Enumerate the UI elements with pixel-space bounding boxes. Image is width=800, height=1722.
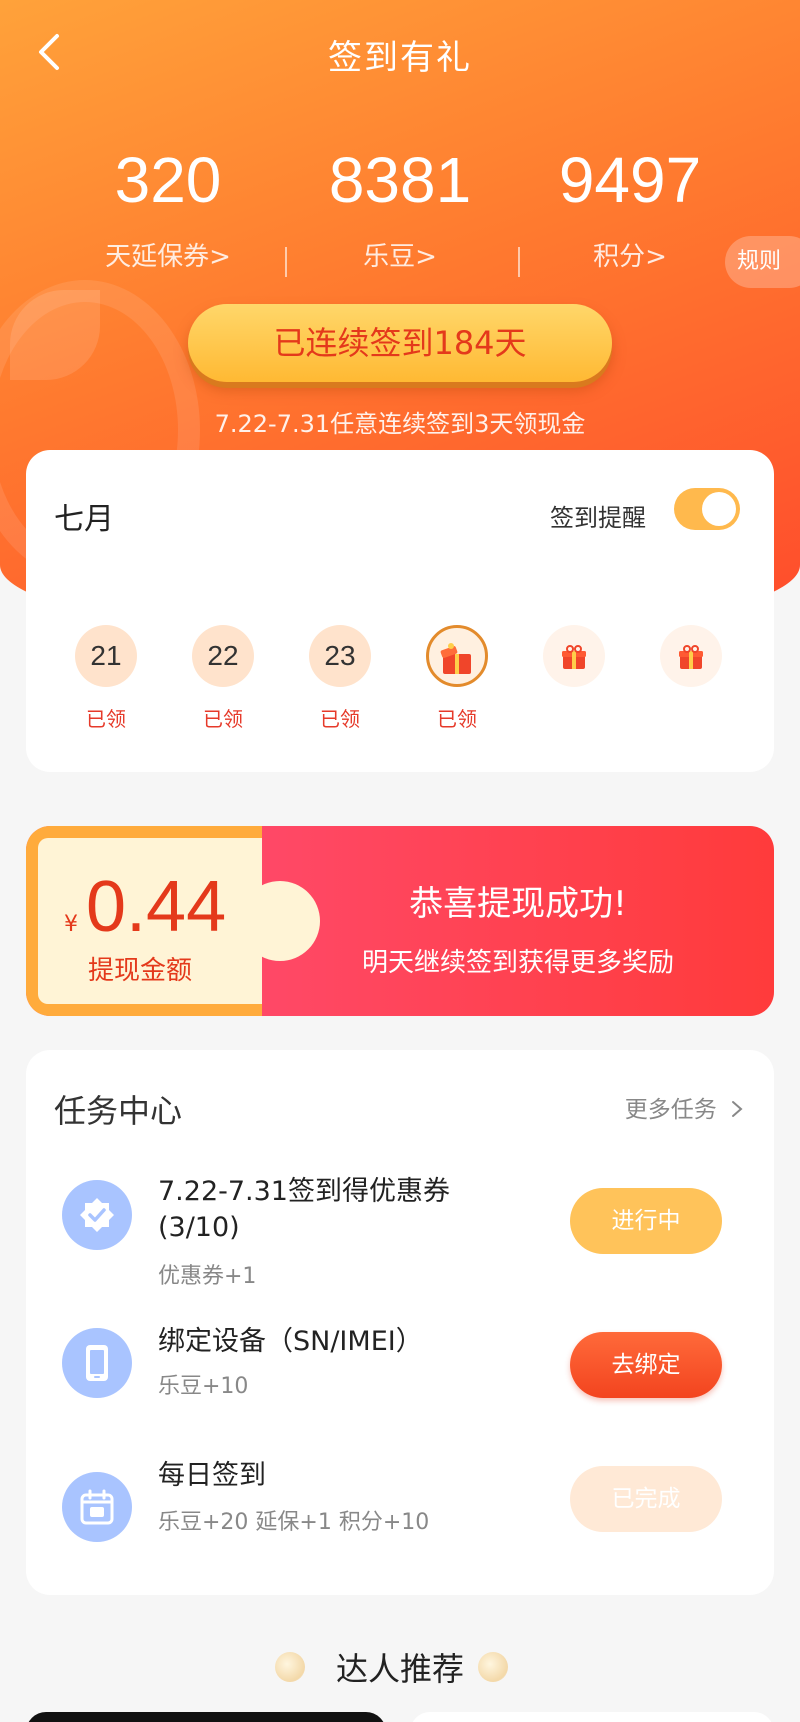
task-reward: 乐豆+20 延保+1 积分+10 — [158, 1510, 430, 1535]
task-item: 绑定设备（SN/IMEI） 乐豆+10 去绑定 — [26, 1324, 774, 1404]
day-state: 已领 — [86, 707, 126, 731]
task-completed-button[interactable]: 已完成 — [570, 1466, 722, 1532]
withdraw-success-banner[interactable]: ¥ 0.44 提现金额 恭喜提现成功! 明天继续签到获得更多奖励 — [26, 826, 774, 1016]
bind-device-button[interactable]: 去绑定 — [570, 1332, 722, 1398]
recommend-card[interactable] — [410, 1712, 774, 1722]
day-item[interactable]: 23 已领 — [300, 625, 380, 732]
day-item-future[interactable] — [651, 625, 731, 703]
recommend-title: 达人推荐 — [335, 1650, 464, 1688]
day-item[interactable]: 21 已领 — [66, 625, 146, 732]
day-number: 21 — [75, 625, 137, 687]
streak-button[interactable]: 已连续签到184天 — [188, 304, 612, 382]
rules-button[interactable]: 规则 — [725, 236, 800, 288]
task-name: 绑定设备（SN/IMEI） — [158, 1326, 423, 1357]
stat-ledou[interactable]: 8381 乐豆> — [285, 140, 515, 273]
stat-value: 9497 — [558, 144, 702, 216]
more-tasks-label: 更多任务 — [624, 1097, 717, 1123]
withdraw-title: 恭喜提现成功! — [409, 884, 627, 924]
calendar-month: 七月 — [54, 502, 114, 537]
stat-points[interactable]: 9497 积分> — [515, 140, 745, 273]
withdraw-amount-label: 提现金额 — [88, 956, 193, 986]
toggle-knob — [702, 492, 736, 526]
calendar-sign-icon — [62, 1472, 132, 1542]
badge-check-icon — [62, 1180, 132, 1250]
day-item-today[interactable]: 已领 — [417, 625, 497, 732]
gift-open-icon — [426, 625, 488, 687]
streak-hint: 7.22-7.31任意连续签到3天领现金 — [214, 410, 586, 438]
stat-coupons[interactable]: 320 天延保券> — [53, 140, 283, 273]
task-name: 7.22-7.31签到得优惠券 (3/10) — [158, 1176, 450, 1243]
day-state: 已领 — [203, 707, 243, 731]
day-item[interactable]: 22 已领 — [183, 625, 263, 732]
withdraw-amount: 0.44 — [86, 867, 227, 947]
stat-value: 320 — [114, 144, 222, 216]
task-item: 7.22-7.31签到得优惠券 (3/10) 优惠券+1 进行中 — [26, 1174, 774, 1289]
chevron-right-icon — [732, 1101, 743, 1117]
checkin-calendar-card: 七月 签到提醒 21 已领 22 已领 23 已领 已领 — [26, 450, 774, 772]
day-state: 已领 — [320, 707, 360, 731]
page-title: 签到有礼 — [328, 38, 472, 78]
day-state: 已领 — [437, 707, 477, 731]
gift-icon — [660, 625, 722, 687]
gift-icon — [543, 625, 605, 687]
stat-value: 8381 — [328, 144, 472, 216]
stats-row: 320 天延保券> 8381 乐豆> 9497 积分> — [0, 140, 800, 280]
task-center-title: 任务中心 — [54, 1092, 183, 1130]
recommend-card[interactable] — [26, 1712, 386, 1722]
more-tasks-link[interactable]: 更多任务 — [625, 1090, 744, 1124]
task-center-card: 任务中心 更多任务 7.22-7.31签到得优惠券 (3/10) 优惠券+1 进… — [26, 1050, 774, 1595]
day-number: 23 — [309, 625, 371, 687]
decorative-dot — [478, 1652, 508, 1682]
task-reward: 优惠券+1 — [158, 1264, 257, 1289]
currency-symbol: ¥ — [64, 912, 78, 937]
withdraw-subtitle: 明天继续签到获得更多奖励 — [361, 948, 674, 978]
stat-label: 积分> — [593, 242, 667, 272]
phone-icon — [62, 1328, 132, 1398]
task-in-progress-button[interactable]: 进行中 — [570, 1188, 722, 1254]
reminder-toggle[interactable] — [674, 488, 740, 530]
task-name: 每日签到 — [158, 1460, 266, 1491]
task-item: 每日签到 乐豆+20 延保+1 积分+10 已完成 — [26, 1460, 774, 1550]
stat-label: 天延保券> — [105, 242, 231, 272]
reminder-label: 签到提醒 — [550, 504, 646, 532]
day-item-future[interactable] — [534, 625, 614, 703]
task-reward: 乐豆+10 — [158, 1374, 249, 1399]
day-number: 22 — [192, 625, 254, 687]
stat-label: 乐豆> — [363, 242, 437, 272]
